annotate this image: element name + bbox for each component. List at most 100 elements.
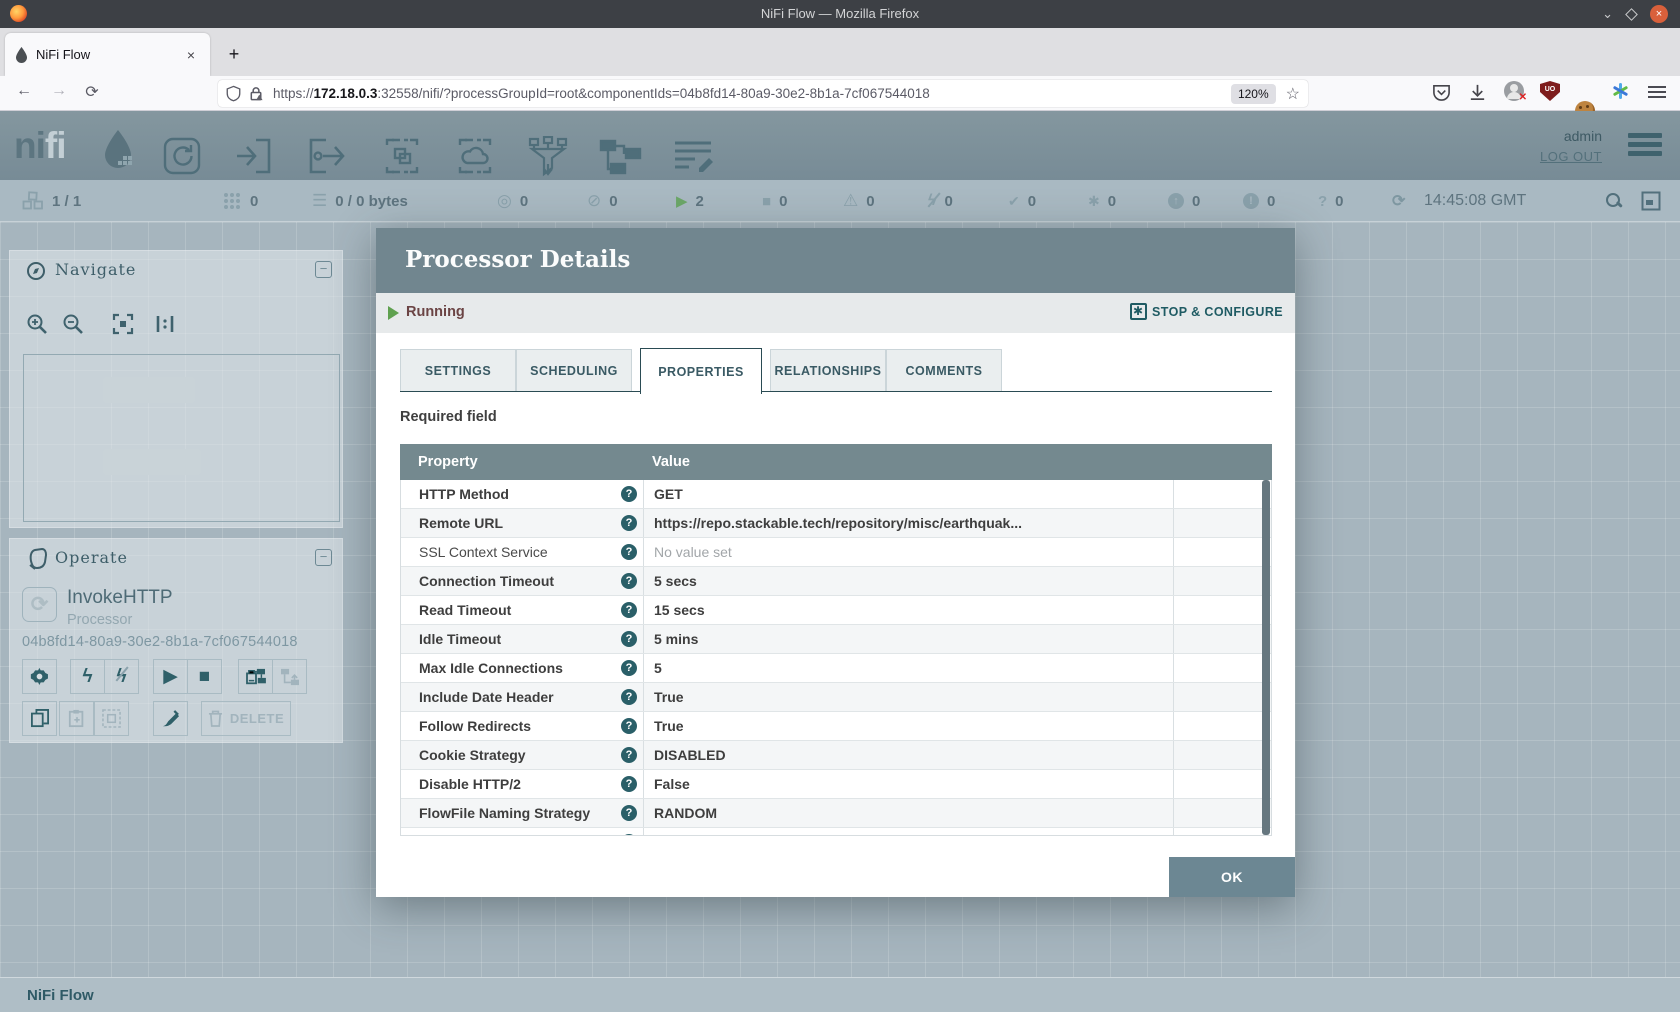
input-port-tool-icon[interactable]: [233, 136, 277, 176]
hamburger-menu-icon[interactable]: [1646, 83, 1668, 101]
ublock-icon[interactable]: UO: [1540, 81, 1560, 101]
remote-process-group-tool-icon[interactable]: [452, 136, 498, 176]
stop-and-configure-button[interactable]: STOP & CONFIGURE: [1130, 303, 1283, 320]
window-maximize-icon[interactable]: [1625, 8, 1638, 21]
table-row[interactable]: Connection Timeout? 5 secs: [401, 567, 1271, 596]
funnel-tool-icon[interactable]: [525, 136, 571, 178]
new-tab-button[interactable]: +: [220, 40, 248, 68]
help-icon[interactable]: ?: [621, 602, 637, 618]
zoom-in-icon[interactable]: [26, 313, 48, 335]
label-tool-icon[interactable]: [671, 136, 717, 176]
refresh-icon[interactable]: ⟳: [1392, 191, 1405, 211]
shield-icon[interactable]: [226, 85, 241, 102]
lock-warning-icon[interactable]: [248, 85, 265, 102]
process-group-tool-icon[interactable]: [379, 136, 425, 176]
help-icon[interactable]: ?: [621, 660, 637, 676]
output-port-tool-icon[interactable]: [306, 136, 352, 176]
property-value[interactable]: RANDOM: [643, 799, 1173, 827]
zoom-actual-size-icon[interactable]: [154, 313, 176, 335]
help-icon[interactable]: ?: [621, 486, 637, 502]
table-row[interactable]: Idle Timeout? 5 mins: [401, 625, 1271, 654]
property-value[interactable]: DISABLED: [643, 741, 1173, 769]
zoom-out-icon[interactable]: [62, 313, 84, 335]
help-icon[interactable]: ?: [621, 747, 637, 763]
window-minimize-icon[interactable]: ⌄: [1602, 6, 1613, 22]
property-value[interactable]: True: [643, 683, 1173, 711]
enable-button[interactable]: ϟ: [70, 659, 105, 694]
help-icon[interactable]: ?: [621, 515, 637, 531]
table-row[interactable]: Remote URL? https://repo.stackable.tech/…: [401, 509, 1271, 538]
tab-settings[interactable]: SETTINGS: [400, 349, 516, 392]
operate-collapse-button[interactable]: −: [315, 549, 332, 566]
forward-icon[interactable]: →: [47, 82, 71, 100]
help-icon[interactable]: ?: [621, 834, 637, 836]
account-extension-icon[interactable]: ✕: [1504, 81, 1524, 101]
create-template-button[interactable]: [238, 659, 273, 694]
table-row[interactable]: Follow Redirects? True: [401, 712, 1271, 741]
tab-properties[interactable]: PROPERTIES: [640, 348, 762, 394]
help-icon[interactable]: ?: [621, 631, 637, 647]
upload-template-button[interactable]: [272, 659, 307, 694]
breadcrumb[interactable]: NiFi Flow: [27, 987, 94, 1004]
selected-component-id[interactable]: 04b8fd14-80a9-30e2-8b1a-7cf067544018: [22, 634, 298, 650]
back-icon[interactable]: ←: [12, 82, 36, 100]
table-row[interactable]: Max Idle Connections? 5: [401, 654, 1271, 683]
url-text[interactable]: https://172.18.0.3:32558/nifi/?processGr…: [273, 86, 1231, 101]
tab-scheduling[interactable]: SCHEDULING: [516, 349, 632, 392]
table-row[interactable]: Read Timeout? 15 secs: [401, 596, 1271, 625]
property-value[interactable]: 5: [643, 654, 1173, 682]
property-value[interactable]: GET: [643, 480, 1173, 508]
configure-button[interactable]: [22, 659, 57, 694]
disable-button[interactable]: ϟ: [104, 659, 139, 694]
tab-relationships[interactable]: RELATIONSHIPS: [770, 349, 886, 392]
group-button[interactable]: [94, 701, 129, 736]
table-row-partial[interactable]: Attributes to Send? No value set: [401, 828, 1271, 836]
property-value[interactable]: No value set: [643, 538, 1173, 566]
help-icon[interactable]: ?: [621, 689, 637, 705]
template-tool-icon[interactable]: [598, 136, 644, 176]
fill-color-button[interactable]: [153, 701, 188, 736]
table-row[interactable]: HTTP Method? GET: [401, 480, 1271, 509]
property-value[interactable]: 15 secs: [643, 596, 1173, 624]
page-zoom-badge[interactable]: 120%: [1231, 84, 1276, 104]
table-row[interactable]: FlowFile Naming Strategy? RANDOM: [401, 799, 1271, 828]
table-row[interactable]: Include Date Header? True: [401, 683, 1271, 712]
property-value[interactable]: False: [643, 770, 1173, 798]
copy-button[interactable]: [22, 701, 57, 736]
ok-button[interactable]: OK: [1169, 857, 1295, 897]
help-icon[interactable]: ?: [621, 573, 637, 589]
url-bar[interactable]: https://172.18.0.3:32558/nifi/?processGr…: [218, 80, 1308, 107]
table-row[interactable]: Cookie Strategy? DISABLED: [401, 741, 1271, 770]
help-icon[interactable]: ?: [621, 544, 637, 560]
logout-link[interactable]: LOG OUT: [1540, 149, 1602, 164]
colorful-extension-icon[interactable]: [1610, 81, 1630, 101]
delete-button[interactable]: DELETE: [201, 701, 291, 736]
help-icon[interactable]: ?: [621, 805, 637, 821]
nifi-global-menu-icon[interactable]: [1628, 133, 1662, 160]
processor-tool-icon[interactable]: [160, 136, 204, 176]
stop-button[interactable]: ■: [187, 659, 222, 694]
help-icon[interactable]: ?: [621, 718, 637, 734]
birdseye-toggle-icon[interactable]: [1641, 191, 1661, 211]
bookmark-star-icon[interactable]: ☆: [1286, 84, 1300, 104]
tab-close-icon[interactable]: ×: [182, 47, 200, 63]
start-button[interactable]: ▶: [153, 659, 188, 694]
reload-icon[interactable]: ⟳: [80, 82, 104, 102]
window-close-icon[interactable]: ×: [1650, 5, 1668, 23]
search-icon[interactable]: [1605, 192, 1623, 210]
birdseye-map[interactable]: [23, 354, 340, 522]
table-scrollbar[interactable]: [1262, 480, 1270, 835]
property-value[interactable]: https://repo.stackable.tech/repository/m…: [643, 509, 1173, 537]
property-value[interactable]: 5 mins: [643, 625, 1173, 653]
download-icon[interactable]: [1468, 83, 1488, 103]
table-row[interactable]: Disable HTTP/2? False: [401, 770, 1271, 799]
paste-button[interactable]: [59, 701, 94, 736]
pocket-icon[interactable]: [1432, 83, 1452, 103]
zoom-fit-icon[interactable]: [112, 313, 134, 335]
browser-tab[interactable]: NiFi Flow ×: [5, 33, 210, 76]
property-value[interactable]: 5 secs: [643, 567, 1173, 595]
help-icon[interactable]: ?: [621, 776, 637, 792]
property-value[interactable]: No value set: [643, 828, 1173, 836]
table-row[interactable]: SSL Context Service? No value set: [401, 538, 1271, 567]
tab-comments[interactable]: COMMENTS: [886, 349, 1002, 392]
